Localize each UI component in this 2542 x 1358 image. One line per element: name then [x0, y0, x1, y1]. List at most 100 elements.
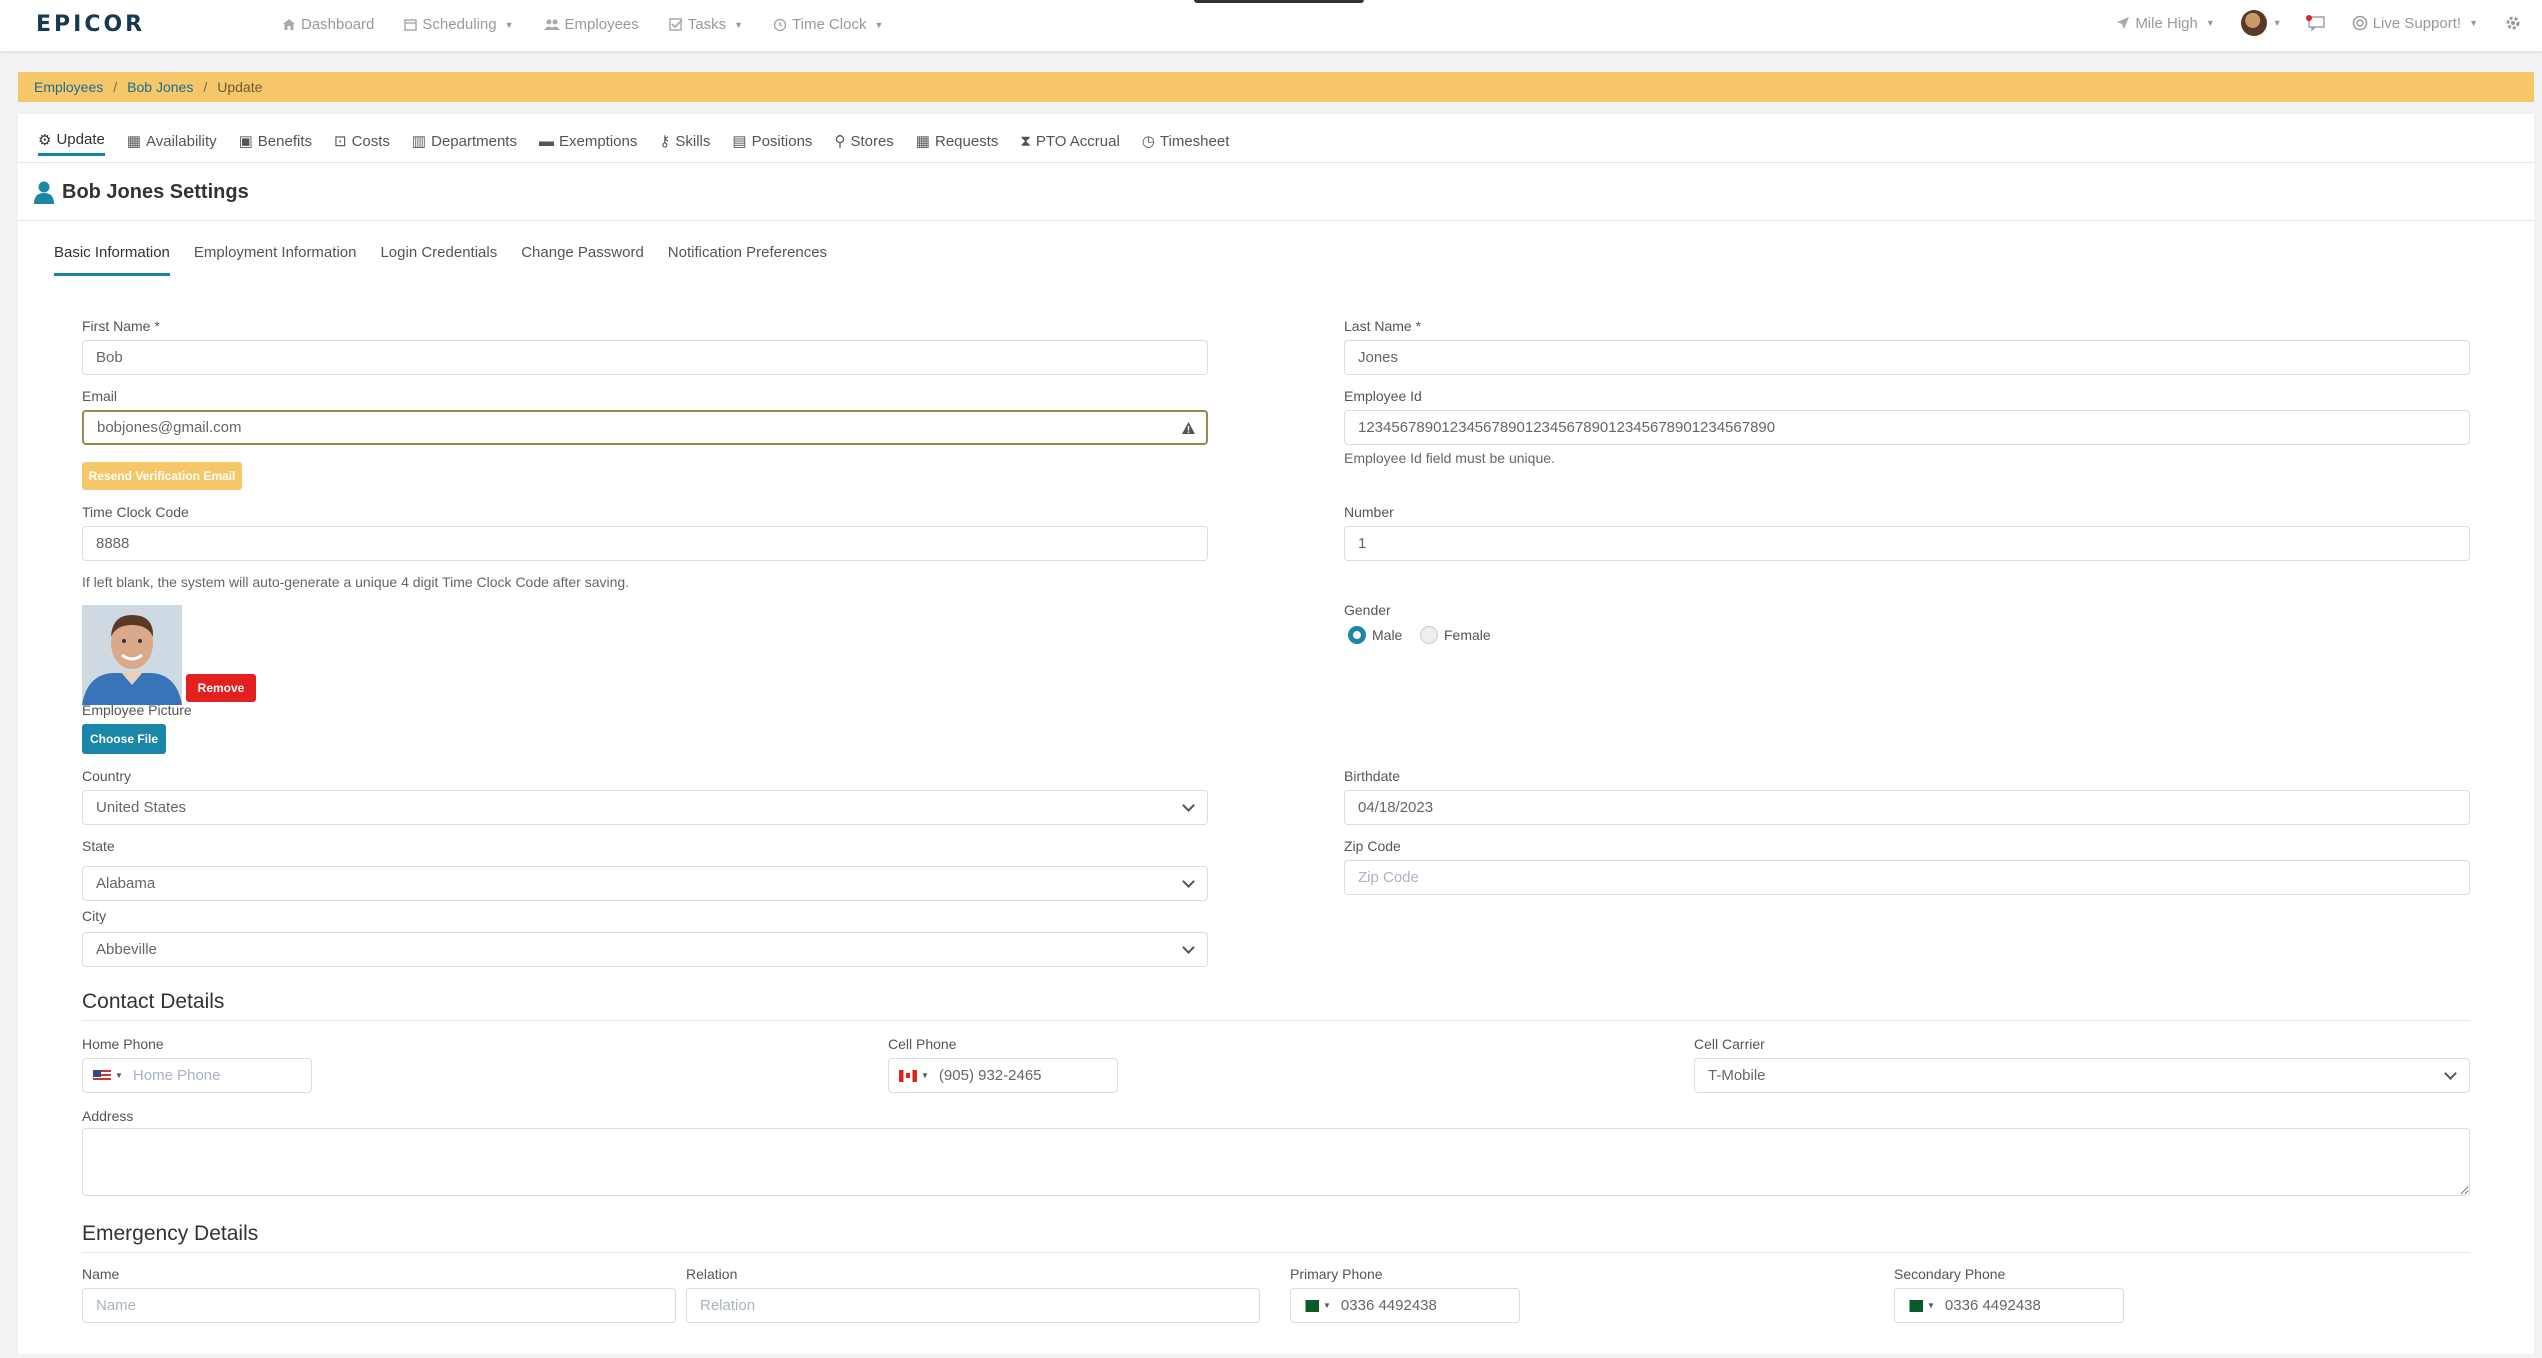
tab-positions[interactable]: ▤ Positions: [732, 126, 812, 156]
gender-label: Gender: [1344, 602, 1391, 618]
cell-phone-label: Cell Phone: [888, 1036, 957, 1052]
chevron-down-icon: [1182, 799, 1195, 812]
tab-skills-label: Skills: [675, 132, 711, 150]
birthdate-input[interactable]: 04/18/2023: [1344, 790, 2470, 825]
choose-file-button[interactable]: Choose File: [82, 724, 166, 754]
gift-icon: ▣: [238, 133, 253, 150]
relation-label: Relation: [686, 1266, 738, 1282]
caret-down-icon: ▼: [734, 19, 744, 30]
cell-phone-input[interactable]: ▼ (905) 932-2465: [888, 1058, 1118, 1093]
tab-availability[interactable]: ▦ Availability: [127, 126, 217, 156]
first-name-input[interactable]: Bob: [82, 340, 1208, 375]
time-clock-code-input[interactable]: 8888: [82, 526, 1208, 561]
location-dropdown[interactable]: Mile High ▼: [2116, 14, 2215, 32]
employee-id-input[interactable]: 1234567890123456789012345678901234567890…: [1344, 410, 2470, 445]
secondary-phone-input[interactable]: ▼ 0336 4492438: [1894, 1288, 2124, 1323]
nav-dashboard[interactable]: Dashboard: [282, 16, 374, 33]
page-title-text: Bob Jones Settings: [62, 180, 249, 203]
home-phone-label: Home Phone: [82, 1036, 164, 1052]
radio-selected: [1348, 626, 1366, 644]
caret-down-icon: ▼: [1927, 1301, 1935, 1310]
time-clock-help: If left blank, the system will auto-gene…: [82, 574, 630, 590]
location-label: Mile High: [2135, 14, 2198, 32]
nav-scheduling-label: Scheduling: [422, 16, 497, 33]
home-phone-input[interactable]: ▼ Home Phone: [82, 1058, 312, 1093]
number-input[interactable]: 1: [1344, 526, 2470, 561]
map-marker-icon: ⚲: [834, 133, 846, 150]
employee-picture-label: Employee Picture: [82, 702, 192, 718]
gender-male-radio[interactable]: Male: [1348, 626, 1402, 644]
city-select[interactable]: Abbeville: [82, 932, 1208, 967]
tab-skills[interactable]: ⚷ Skills: [659, 126, 710, 156]
home-phone-placeholder: Home Phone: [132, 1067, 221, 1084]
employee-tabs: ⚙ Update ▦ Availability ▣ Benefits ⊡ Costs ▥…: [38, 126, 1229, 156]
breadcrumb: Employees / Bob Jones / Update: [18, 72, 2534, 102]
users-icon: [543, 19, 560, 30]
divider: [18, 162, 2534, 163]
live-support-dropdown[interactable]: Live Support! ▼: [2352, 15, 2478, 32]
caret-down-icon: ▼: [2205, 18, 2215, 28]
life-ring-icon: [2352, 15, 2367, 31]
tab-update[interactable]: ⚙ Update: [38, 126, 105, 156]
caret-down-icon: ▼: [115, 1071, 123, 1080]
user-icon: [34, 181, 54, 204]
time-clock-code-label: Time Clock Code: [82, 504, 189, 520]
state-select[interactable]: Alabama: [82, 866, 1208, 901]
building-icon: ▥: [411, 133, 427, 150]
remove-picture-button[interactable]: Remove: [186, 674, 256, 702]
subtab-employment-information[interactable]: Employment Information: [194, 244, 357, 276]
tab-exemptions-label: Exemptions: [558, 132, 638, 150]
city-label: City: [82, 908, 107, 924]
subtab-basic-information[interactable]: Basic Information: [54, 244, 170, 276]
tab-costs[interactable]: ⊡ Costs: [334, 126, 390, 156]
tab-stores[interactable]: ⚲ Stores: [834, 126, 893, 156]
last-name-input[interactable]: Jones: [1344, 340, 2470, 375]
pakistan-flag-icon: [1301, 1299, 1319, 1312]
nav-scheduling[interactable]: Scheduling ▼: [404, 16, 514, 33]
breadcrumb-employee[interactable]: Bob Jones: [127, 79, 193, 95]
zip-code-input[interactable]: Zip Code: [1344, 860, 2470, 895]
gender-female-label: Female: [1444, 627, 1491, 643]
tab-requests[interactable]: ▦ Requests: [916, 126, 999, 156]
tab-exemptions[interactable]: ▬ Exemptions: [539, 126, 637, 156]
caret-down-icon: ▼: [2469, 18, 2478, 28]
breadcrumb-employees[interactable]: Employees: [34, 79, 103, 95]
resend-verification-button[interactable]: Resend Verification Email: [82, 462, 242, 490]
birthdate-label: Birthdate: [1344, 768, 1401, 784]
tab-departments[interactable]: ▥ Departments: [412, 126, 517, 156]
calendar-icon: ▦: [126, 133, 142, 150]
avatar: [2240, 10, 2267, 36]
relation-input[interactable]: Relation: [686, 1288, 1260, 1323]
epicor-logo[interactable]: EPICOR: [36, 12, 145, 37]
tab-stores-label: Stores: [850, 132, 894, 150]
tab-pto-accrual[interactable]: ⧗ PTO Accrual: [1020, 126, 1119, 156]
nav-tasks[interactable]: Tasks ▼: [669, 16, 743, 33]
messages-button[interactable]: [2305, 15, 2326, 31]
cell-carrier-select[interactable]: T-Mobile: [1694, 1058, 2470, 1093]
emergency-details-heading: Emergency Details: [82, 1222, 259, 1245]
country-select[interactable]: United States: [82, 790, 1208, 825]
email-input[interactable]: bobjones@gmail.com: [82, 410, 1208, 445]
tab-timesheet[interactable]: ◷ Timesheet: [1142, 126, 1230, 156]
tab-benefits[interactable]: ▣ Benefits: [239, 126, 312, 156]
main-nav: Dashboard Scheduling ▼ Employees Tasks ▼…: [282, 16, 883, 33]
gender-female-radio[interactable]: Female: [1420, 626, 1491, 644]
subtab-notification-preferences[interactable]: Notification Preferences: [668, 244, 827, 276]
subtab-login-credentials[interactable]: Login Credentials: [380, 244, 497, 276]
email-value: bobjones@gmail.com: [97, 419, 242, 436]
nav-time-clock-label: Time Clock: [792, 16, 867, 33]
state-label: State: [82, 838, 115, 854]
divider: [82, 1252, 2470, 1253]
emergency-name-input[interactable]: Name: [82, 1288, 676, 1323]
location-arrow-icon: [2117, 17, 2130, 29]
nav-employees[interactable]: Employees: [543, 16, 639, 33]
address-textarea[interactable]: [82, 1128, 2470, 1196]
primary-phone-input[interactable]: ▼ 0336 4492438: [1290, 1288, 1520, 1323]
nav-time-clock[interactable]: Time Clock ▼: [773, 16, 883, 33]
top-navbar: EPICOR Dashboard Scheduling ▼ Employees …: [0, 0, 2542, 52]
employee-photo-image: [82, 605, 182, 705]
gear-icon[interactable]: [2504, 14, 2522, 32]
user-menu[interactable]: ▼: [2240, 10, 2282, 36]
employee-id-help: Employee Id field must be unique.: [1344, 450, 1555, 466]
subtab-change-password[interactable]: Change Password: [521, 244, 644, 276]
